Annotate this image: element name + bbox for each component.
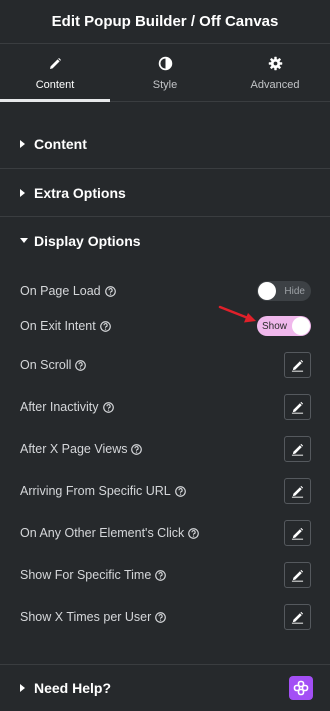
tab-style-label: Style [152,78,178,91]
edit-button[interactable] [284,436,311,462]
exit-intent-toggle[interactable]: Show [257,316,311,336]
help-icon[interactable] [104,285,116,297]
edit-button[interactable] [284,394,311,420]
pencil-icon [291,527,304,540]
option-row: On Any Other Element's Click [0,512,330,554]
option-label: On Scroll [20,358,72,372]
plugin-logo-icon[interactable] [289,676,313,700]
toggle-knob [258,282,276,300]
pencil-icon [291,485,304,498]
pencil-icon [48,55,62,73]
option-label: Show For Specific Time [20,568,152,582]
option-row: Show For Specific Time [0,554,330,596]
option-row: Show X Times per User [0,596,330,638]
option-label: On Exit Intent [20,319,96,333]
help-icon[interactable] [131,443,143,455]
pencil-icon [291,611,304,624]
page-load-toggle[interactable]: Hide [257,281,311,301]
help-icon[interactable] [155,611,167,623]
option-label: On Page Load [20,284,101,298]
help-icon[interactable] [155,569,167,581]
toggle-text: Hide [284,285,305,297]
help-icon[interactable] [188,527,200,539]
edit-button[interactable] [284,520,311,546]
caret-right-icon [20,188,34,197]
pencil-icon [291,443,304,456]
gear-icon [268,55,283,73]
toggle-text: Show [262,320,288,332]
option-label: On Any Other Element's Click [20,526,185,540]
option-label: After X Page Views [20,442,128,456]
option-row: On Exit Intent Show [0,308,330,344]
tab-style[interactable]: Style [110,44,220,101]
edit-button[interactable] [284,478,311,504]
display-options-body: On Page Load Hide On Exit Intent Show On… [0,264,330,638]
edit-button[interactable] [284,604,311,630]
caret-right-icon [20,140,34,148]
edit-button[interactable] [284,562,311,588]
pencil-icon [291,569,304,582]
caret-down-icon [20,237,34,244]
help-icon[interactable] [174,485,186,497]
section-need-help[interactable]: Need Help? [0,664,330,711]
option-label: Arriving From Specific URL [20,484,171,498]
half-circle-icon [158,55,173,73]
section-content[interactable]: Content [0,120,330,168]
help-icon[interactable] [102,401,114,413]
section-display-options[interactable]: Display Options [0,216,330,264]
option-row: Arriving From Specific URL [0,470,330,512]
section-extra-options-label: Extra Options [34,184,126,201]
edit-button[interactable] [284,352,311,378]
tab-bar: Content Style Advanced [0,44,330,102]
need-help-label: Need Help? [34,680,112,696]
section-extra-options[interactable]: Extra Options [0,168,330,216]
tab-content-label: Content [35,78,75,91]
pencil-icon [291,401,304,414]
option-row: After Inactivity [0,386,330,428]
option-label: After Inactivity [20,400,99,414]
section-display-options-label: Display Options [34,232,141,249]
option-row: On Page Load Hide [0,274,330,308]
tab-advanced-label: Advanced [250,78,300,91]
tab-advanced[interactable]: Advanced [220,44,330,101]
option-label: Show X Times per User [20,610,152,624]
help-icon[interactable] [75,359,87,371]
option-row: On Scroll [0,344,330,386]
section-content-label: Content [34,136,87,152]
toggle-knob [292,317,310,335]
red-arrow-annotation [218,305,256,323]
pencil-icon [291,359,304,372]
option-row: After X Page Views [0,428,330,470]
caret-right-icon [20,684,34,692]
help-icon[interactable] [99,320,111,332]
panel-title: Edit Popup Builder / Off Canvas [0,0,330,44]
tab-content[interactable]: Content [0,44,110,102]
